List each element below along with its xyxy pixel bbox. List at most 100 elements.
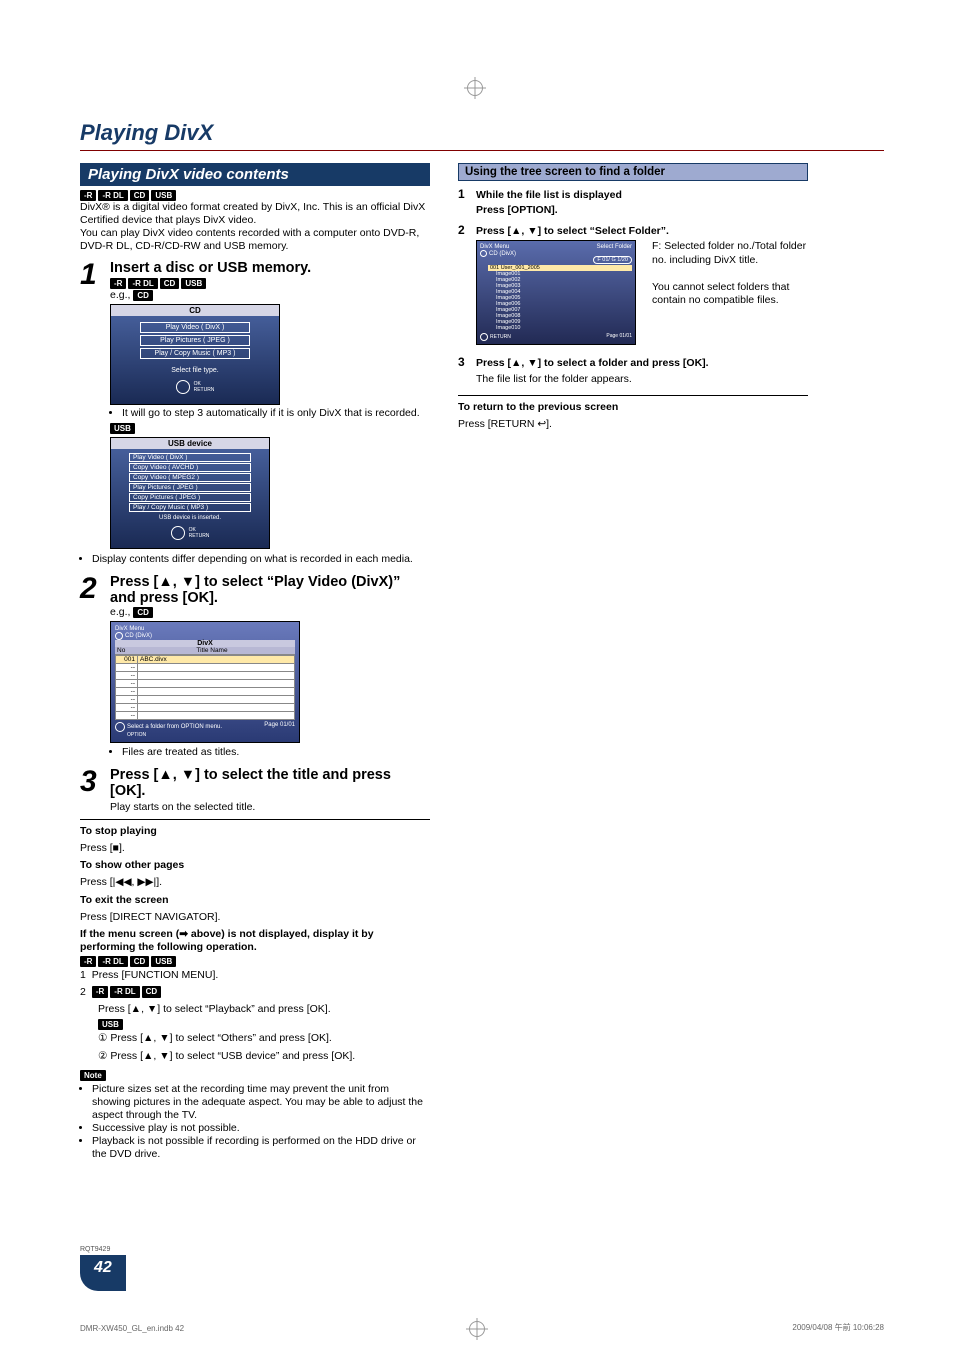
ok-icon [115,722,125,732]
menu-step-2-body: Press [▲, ▼] to select “Playback” and pr… [98,1003,430,1016]
ok-icon [171,526,185,540]
media-tag: CD [133,290,153,301]
step-heading: Insert a disc or USB memory. [110,260,430,276]
divider [458,395,808,396]
media-tag: -R DL [98,190,127,201]
media-tag: USB [181,278,206,289]
bullet: It will go to step 3 automatically if it… [122,407,430,420]
exit-heading: To exit the screen [80,894,169,906]
r-step-3-head: Press [▲, ▼] to select a folder and pres… [476,357,709,370]
r-step-number: 1 [458,187,470,219]
media-tag: CD [130,956,150,967]
exit-body: Press [DIRECT NAVIGATOR]. [80,911,430,924]
screenshot-button: Copy Video ( MPEG2 ) [129,473,251,482]
note-item: Picture sizes set at the recording time … [92,1083,430,1122]
step-sub: Play starts on the selected title. [110,801,430,814]
disc-icon [115,632,123,640]
pages-heading: To show other pages [80,859,184,871]
r-step-1-line-2: Press [OPTION]. [476,204,622,217]
list-header: DivX [115,640,295,647]
media-tag: -R [110,278,126,289]
eg-label: e.g., [110,606,133,618]
return-label: RETURN [194,387,215,393]
bullet: Display contents differ depending on wha… [92,553,430,566]
media-tag: CD [133,607,153,618]
step-number: 3 [80,767,102,816]
title-rule [80,150,884,151]
footer-right: 2009/04/08 午前 10:06:28 [792,1322,884,1333]
media-tag: CD [142,986,162,998]
list-title: DivX Menu [115,626,144,632]
step-heading: Press [▲, ▼] to select the title and pre… [110,767,430,799]
columns: Playing DivX video contents -R -R DL CD … [80,163,884,1163]
eg-label: e.g., [110,289,133,301]
tree-opt: Select Folder [597,244,632,250]
r-step-number: 2 [458,223,470,345]
screenshot-button: Play Video ( DivX ) [129,453,251,462]
left-column: Playing DivX video contents -R -R DL CD … [80,163,430,1163]
r-step-number: 3 [458,355,470,387]
step-1: 1 Insert a disc or USB memory. -R -R DL … [80,260,430,551]
tree-note-1: F: Selected folder no./Total folder no. … [652,240,808,266]
stop-heading: To stop playing [80,825,157,837]
media-tag: USB [151,190,176,201]
step-heading: Press [▲, ▼] to select “Play Video (DivX… [110,574,430,606]
screenshot-button: Play / Copy Music ( MP3 ) [140,348,250,359]
list-col: No [115,647,137,654]
menu-usb-2: ② Press [▲, ▼] to select “USB device” an… [98,1050,430,1063]
tree-badge: F 01/ G 1/20 [593,256,632,264]
ok-icon [480,333,488,341]
media-tag: USB [110,423,135,434]
menu-heading: If the menu screen (➡ above) is not disp… [80,928,374,953]
tree-item: Image010 [488,325,632,331]
return-heading: To return to the previous screen [458,401,618,413]
media-tag: CD [160,278,180,289]
return-label: RETURN [490,334,511,340]
page-title: Playing DivX [80,120,884,146]
footer-code: RQT9429 [80,1246,126,1253]
right-column: Using the tree screen to find a folder 1… [458,163,808,1163]
list-media: CD (DivX) [125,633,152,639]
screenshot-button: Play / Copy Music ( MP3 ) [129,503,251,512]
list-foot-page: Page 01/01 [264,722,295,732]
option-label: OPTION [127,732,295,738]
media-tag: -R DL [98,956,127,967]
screenshot-caption: Select file type. [171,367,218,374]
tree-note-2: You cannot select folders that contain n… [652,281,808,307]
media-tag: -R DL [110,986,139,998]
screenshot-button: Play Pictures ( JPEG ) [140,335,250,346]
r-step-2: 2 Press [▲, ▼] to select “Select Folder”… [458,223,808,345]
list-item: ABC.divx [138,656,294,663]
stop-body: Press [■]. [80,842,430,855]
step-number: 1 [80,260,102,551]
manual-page: Playing DivX Playing DivX video contents… [0,0,954,1351]
r-step-3-sub: The file list for the folder appears. [476,373,709,386]
screenshot-button: Copy Video ( AVCHD ) [129,463,251,472]
media-tag: CD [130,190,150,201]
ok-icon [176,380,190,394]
pages-body: Press [|◀◀, ▶▶|]. [80,876,430,889]
note-item: Playback is not possible if recording is… [92,1135,430,1161]
r-step-3: 3 Press [▲, ▼] to select a folder and pr… [458,355,808,387]
media-tag: -R [80,956,96,967]
usb-menu-screenshot: USB device Play Video ( DivX ) Copy Vide… [110,437,270,549]
bullet: Files are treated as titles. [122,746,430,759]
list-col: Title Name [137,647,287,654]
step-3: 3 Press [▲, ▼] to select the title and p… [80,767,430,816]
media-tags-top: -R -R DL CD USB [80,190,430,201]
registration-mark-top [467,80,487,100]
page-number-badge: 42 [80,1255,126,1291]
page-footer: RQT9429 42 [80,1246,126,1291]
divx-list-screenshot: DivX Menu CD (DivX) DivX No Title Name [110,621,300,743]
return-body: Press [RETURN ↩]. [458,418,808,431]
cd-menu-screenshot: CD Play Video ( DivX ) Play Pictures ( J… [110,304,280,405]
sub-section-bar: Using the tree screen to find a folder [458,163,808,181]
screenshot-button: Copy Pictures ( JPEG ) [129,493,251,502]
tree-screenshot: DivX Menu Select Folder CD (DivX) F 01/ … [476,240,636,345]
step-number: 2 [80,574,102,761]
screenshot-button: Play Pictures ( JPEG ) [129,483,251,492]
disc-icon [480,250,487,257]
return-label: RETURN [189,533,210,539]
screenshot-caption: USB device is inserted. [159,515,221,521]
step-2: 2 Press [▲, ▼] to select “Play Video (Di… [80,574,430,761]
